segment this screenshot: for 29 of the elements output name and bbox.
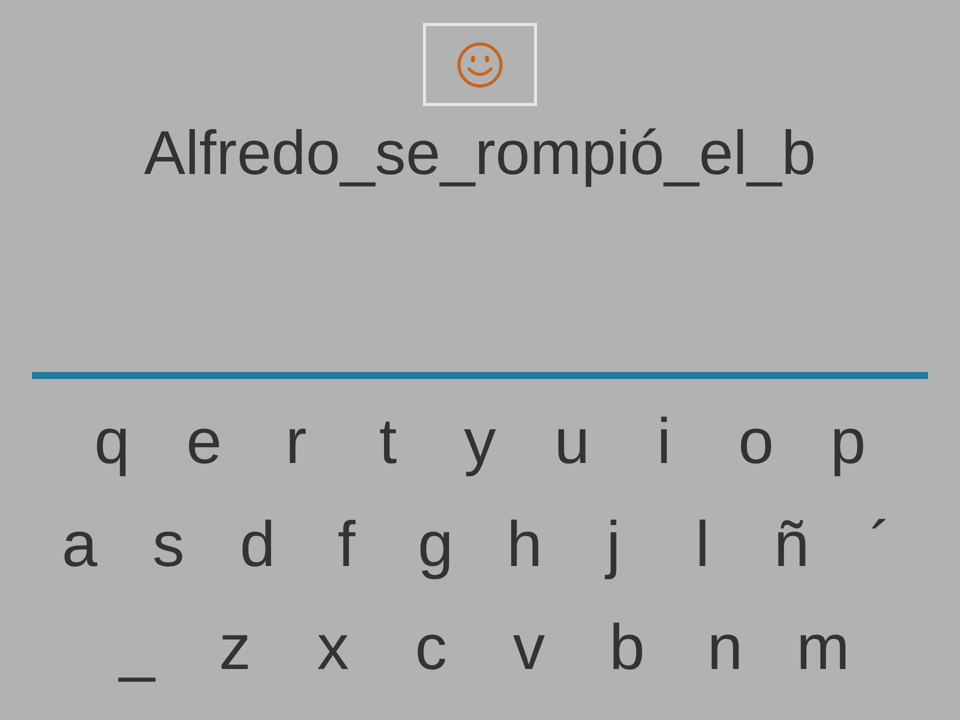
key[interactable]: e — [158, 400, 250, 480]
key[interactable]: q — [66, 400, 158, 480]
key[interactable]: ñ — [747, 504, 836, 584]
key[interactable]: l — [658, 504, 747, 584]
key[interactable]: v — [480, 606, 578, 686]
key[interactable]: m — [774, 606, 872, 686]
key[interactable]: n — [676, 606, 774, 686]
key[interactable]: u — [526, 400, 618, 480]
key[interactable]: h — [480, 504, 569, 584]
key[interactable]: t — [342, 400, 434, 480]
key[interactable]: z — [186, 606, 284, 686]
key[interactable]: d — [213, 504, 302, 584]
key[interactable]: f — [302, 504, 391, 584]
smiley-icon — [455, 40, 505, 90]
key[interactable]: s — [124, 504, 213, 584]
key[interactable]: o — [710, 400, 802, 480]
key[interactable]: _ — [88, 606, 186, 686]
prompt-text: Alfredo_se_rompió_el_b — [144, 118, 816, 190]
key[interactable]: r — [250, 400, 342, 480]
key[interactable]: a — [35, 504, 124, 584]
key[interactable]: y — [434, 400, 526, 480]
key[interactable]: j — [569, 504, 658, 584]
key[interactable]: x — [284, 606, 382, 686]
key[interactable]: g — [391, 504, 480, 584]
key[interactable]: p — [802, 400, 894, 480]
key[interactable]: c — [382, 606, 480, 686]
key[interactable]: ´ — [836, 504, 925, 584]
key[interactable]: i — [618, 400, 710, 480]
key[interactable]: b — [578, 606, 676, 686]
